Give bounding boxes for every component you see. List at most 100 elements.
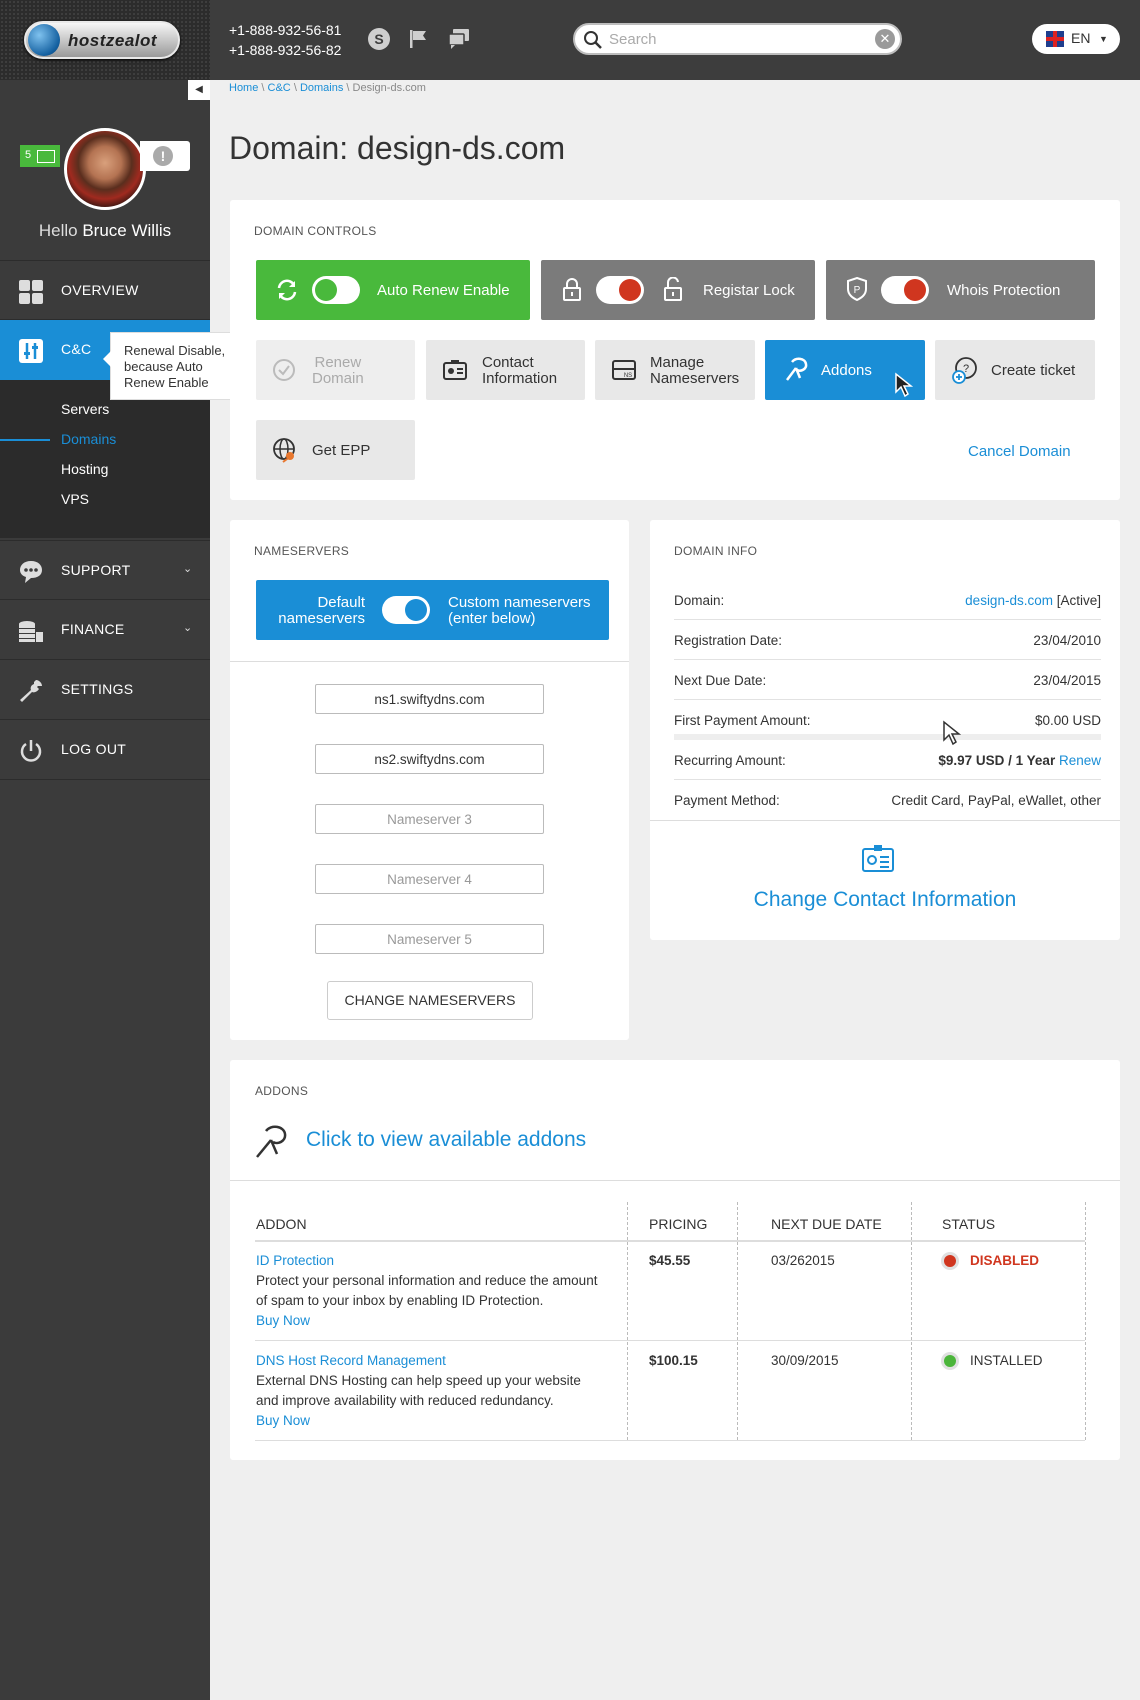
mail-badge[interactable]: 5 [20, 145, 60, 167]
tooltip-line: Renewal Disable, [124, 343, 226, 358]
skype-icon[interactable]: S [366, 26, 392, 52]
column-header-next-due: NEXT DUE DATE [771, 1216, 882, 1232]
search-box[interactable]: ✕ [573, 23, 902, 55]
svg-text:P: P [854, 285, 861, 296]
nameserver-2-input[interactable] [315, 744, 544, 774]
avatar[interactable] [64, 128, 146, 210]
subnav-domains[interactable]: Domains [61, 431, 116, 447]
subnav-hosting[interactable]: Hosting [61, 461, 108, 477]
satellite-icon [786, 357, 808, 381]
satellite-icon [256, 1125, 287, 1158]
payment-method-row: Payment Method: Credit Card, PayPal, eWa… [674, 780, 1101, 820]
next-due-date-label: Next Due Date: [674, 673, 767, 688]
nameservers-title: NAMESERVERS [254, 544, 350, 558]
buy-now-link[interactable]: Buy Now [256, 1413, 310, 1428]
view-addons-link[interactable]: Click to view available addons [306, 1128, 586, 1152]
alert-badge[interactable]: ! [140, 141, 190, 171]
renew-domain-button[interactable]: Renew Domain [256, 340, 415, 400]
domain-link[interactable]: design-ds.com [965, 593, 1053, 608]
shield-icon: P [847, 277, 867, 301]
nameserver-mode-toggle[interactable]: Default nameservers Custom nameservers (en… [256, 580, 609, 640]
column-divider [911, 1202, 912, 1440]
breadcrumb-cc[interactable]: C&C [268, 82, 291, 94]
subnav-vps[interactable]: VPS [61, 491, 89, 507]
change-contact-link[interactable]: Change Contact Information [650, 888, 1120, 912]
search-clear-button[interactable]: ✕ [875, 29, 895, 49]
nav-support[interactable]: SUPPORT ⌄ [0, 540, 210, 600]
contact-card-icon [443, 360, 467, 380]
refresh-icon [277, 279, 297, 301]
lock-closed-icon [563, 278, 581, 301]
custom-ns-label: Custom nameservers (enter below) [448, 595, 591, 627]
nameserver-1-input[interactable] [315, 684, 544, 714]
next-due-date-row: Next Due Date: 23/04/2015 [674, 660, 1101, 700]
payment-method-label: Payment Method: [674, 793, 780, 808]
create-ticket-button[interactable]: ? Create ticket [935, 340, 1095, 400]
column-divider [1085, 1202, 1086, 1440]
subnav-servers[interactable]: Servers [61, 401, 109, 417]
nameserver-mode-switch[interactable] [382, 596, 430, 624]
row-divider [255, 1340, 1085, 1341]
column-header-pricing: PRICING [649, 1216, 708, 1232]
addon-name-link[interactable]: DNS Host Record Management [256, 1353, 446, 1368]
addon-status: INSTALLED [970, 1353, 1043, 1368]
registrar-lock-switch[interactable] [596, 276, 644, 304]
flag-icon[interactable] [406, 26, 432, 52]
nameserver-5-input[interactable] [315, 924, 544, 954]
nameserver-3-input[interactable] [315, 804, 544, 834]
recurring-amount: $9.97 USD / 1 Year [938, 753, 1056, 768]
lock-open-icon [664, 277, 682, 301]
registrar-lock-toggle[interactable]: Registar Lock [541, 260, 815, 320]
addon-price: $45.55 [649, 1253, 691, 1268]
registration-date-label: Registration Date: [674, 633, 783, 648]
buy-now-link[interactable]: Buy Now [256, 1313, 310, 1328]
nav-overview[interactable]: OVERVIEW [0, 260, 210, 320]
auto-renew-switch[interactable] [312, 276, 360, 304]
chat-icon[interactable] [446, 26, 472, 52]
label-line: Contact [482, 354, 534, 371]
nav-finance[interactable]: FINANCE ⌄ [0, 600, 210, 660]
whois-switch[interactable] [881, 276, 929, 304]
addons-button[interactable]: Addons [765, 340, 925, 400]
nameserver-4-input[interactable] [315, 864, 544, 894]
get-epp-button[interactable]: Get EPP [256, 420, 415, 480]
auto-renew-toggle[interactable]: Auto Renew Enable [256, 260, 530, 320]
globe-key-icon [273, 438, 295, 463]
whois-protection-toggle[interactable]: P Whois Protection [826, 260, 1095, 320]
collapse-sidebar-button[interactable]: ◀ [188, 80, 210, 100]
addon-description: and improve availability with reduced re… [256, 1393, 554, 1408]
renew-link[interactable]: Renew [1059, 753, 1101, 768]
manage-nameservers-button[interactable]: NS Manage Nameservers [595, 340, 755, 400]
nav-logout[interactable]: LOG OUT [0, 720, 210, 780]
check-circle-icon [273, 359, 295, 381]
logo-area[interactable]: hostzealot [0, 0, 210, 80]
overview-icon [19, 280, 43, 304]
addon-description: External DNS Hosting can help speed up y… [256, 1373, 581, 1388]
domain-label: Domain: [674, 593, 725, 608]
breadcrumb-home[interactable]: Home [229, 82, 258, 94]
table-header-divider [255, 1240, 1085, 1242]
chevron-down-icon: ⌄ [183, 563, 193, 575]
language-selector[interactable]: EN ▼ [1032, 24, 1120, 54]
nav-label: FINANCE [61, 621, 125, 637]
contact-information-button[interactable]: Contact Information [426, 340, 585, 400]
column-divider [737, 1202, 738, 1440]
server-icon: NS [612, 360, 636, 380]
alert-icon: ! [153, 146, 173, 166]
label-line: Manage [650, 354, 705, 371]
search-input[interactable] [609, 28, 859, 50]
breadcrumb-separator: \ [293, 82, 297, 94]
nav-label: OVERVIEW [61, 282, 139, 298]
column-header-addon: ADDON [256, 1216, 307, 1232]
switch-knob [619, 279, 641, 301]
nav-settings[interactable]: SETTINGS [0, 660, 210, 720]
breadcrumb-current: Design-ds.com [352, 82, 426, 94]
breadcrumb-separator: \ [346, 82, 350, 94]
logo[interactable]: hostzealot [24, 21, 180, 59]
addon-name-link[interactable]: ID Protection [256, 1253, 334, 1268]
change-nameservers-button[interactable]: CHANGE NAMESERVERS [327, 981, 533, 1020]
active-indicator [0, 439, 50, 441]
switch-knob [405, 599, 427, 621]
cancel-domain-link[interactable]: Cancel Domain [968, 443, 1071, 460]
breadcrumb-domains[interactable]: Domains [300, 82, 343, 94]
